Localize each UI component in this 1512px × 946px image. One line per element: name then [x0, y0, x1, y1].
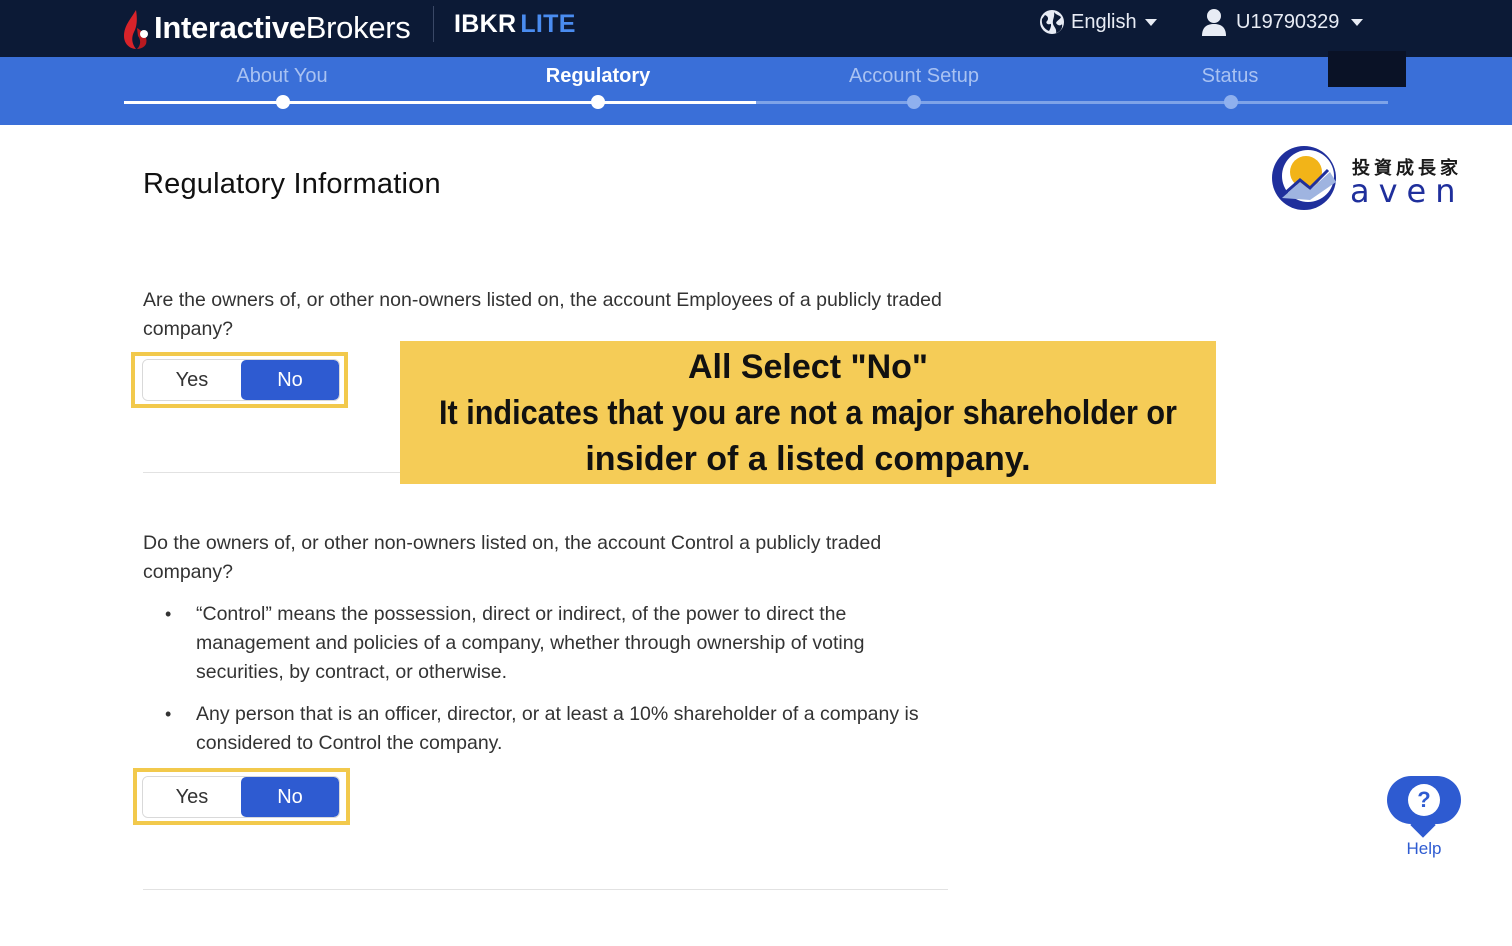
step-dot-status — [1224, 95, 1238, 109]
step-regulatory[interactable]: Regulatory — [546, 65, 650, 88]
question2-no-button[interactable]: No — [241, 777, 339, 817]
logo-divider — [433, 6, 434, 42]
step-dot-account-setup — [907, 95, 921, 109]
language-selector[interactable]: English — [1039, 6, 1157, 38]
redacted-block — [1328, 51, 1406, 87]
annotation-line-1: All Select "No" — [687, 347, 929, 386]
top-navigation-bar: InteractiveBrokers IBKR LITE English U197… — [0, 0, 1512, 57]
interactive-brokers-logo[interactable]: InteractiveBrokers — [122, 4, 411, 52]
question2-yes-no-toggle: Yes No — [142, 776, 340, 818]
chevron-down-icon — [1351, 18, 1364, 26]
question-control-text: Do the owners of, or other non-owners li… — [143, 532, 882, 583]
annotation-callout: All Select "No" It indicates that you ar… — [400, 341, 1216, 484]
step-status[interactable]: Status — [1202, 65, 1259, 88]
section-divider — [143, 472, 403, 473]
question2-yes-button[interactable]: Yes — [143, 777, 241, 817]
globe-icon — [1039, 9, 1065, 35]
language-label: English — [1071, 10, 1137, 33]
product-name: IBKR LITE — [454, 10, 576, 39]
user-icon — [1202, 8, 1226, 36]
user-id-label: U19790329 — [1236, 10, 1340, 33]
aven-logo-icon — [1272, 146, 1336, 210]
list-item: “Control” means the possession, direct o… — [165, 600, 956, 687]
page-title: Regulatory Information — [143, 168, 441, 200]
chevron-down-icon — [1144, 18, 1157, 26]
aven-brand-logo: 投資成長家 aven — [1270, 142, 1470, 212]
control-definition-list: “Control” means the possession, direct o… — [165, 600, 956, 771]
question1-yes-button[interactable]: Yes — [143, 360, 241, 400]
brand-english-name: aven — [1350, 172, 1465, 210]
user-account-menu[interactable]: U19790329 — [1202, 6, 1364, 38]
step-account-setup[interactable]: Account Setup — [849, 65, 979, 88]
question-employees-text: Are the owners of, or other non-owners l… — [143, 289, 942, 340]
progress-stepper: About You Regulatory Account Setup Statu… — [0, 57, 1512, 125]
product-tier: LITE — [520, 10, 576, 38]
question1-yes-no-toggle: Yes No — [142, 359, 340, 401]
help-label: Help — [1406, 839, 1442, 858]
help-button[interactable]: ? Help — [1387, 776, 1461, 866]
product-label: IBKR — [454, 10, 517, 38]
step-dot-regulatory — [591, 95, 605, 109]
progress-track-complete — [124, 101, 756, 104]
question1-no-button[interactable]: No — [241, 360, 339, 400]
question-mark-icon: ? — [1408, 784, 1440, 816]
list-item: Any person that is an officer, director,… — [165, 700, 956, 758]
ib-flame-icon — [122, 8, 150, 49]
step-dot-about-you — [276, 95, 290, 109]
annotation-line-2: It indicates that you are not a major sh… — [439, 393, 1177, 432]
step-about-you[interactable]: About You — [236, 65, 327, 88]
logo-text-bold: Interactive — [154, 10, 306, 45]
section-divider — [143, 889, 948, 890]
logo-text-light: Brokers — [305, 10, 411, 45]
annotation-line-3: insider of a listed company. — [585, 439, 1031, 478]
progress-track-remaining — [756, 101, 1388, 104]
